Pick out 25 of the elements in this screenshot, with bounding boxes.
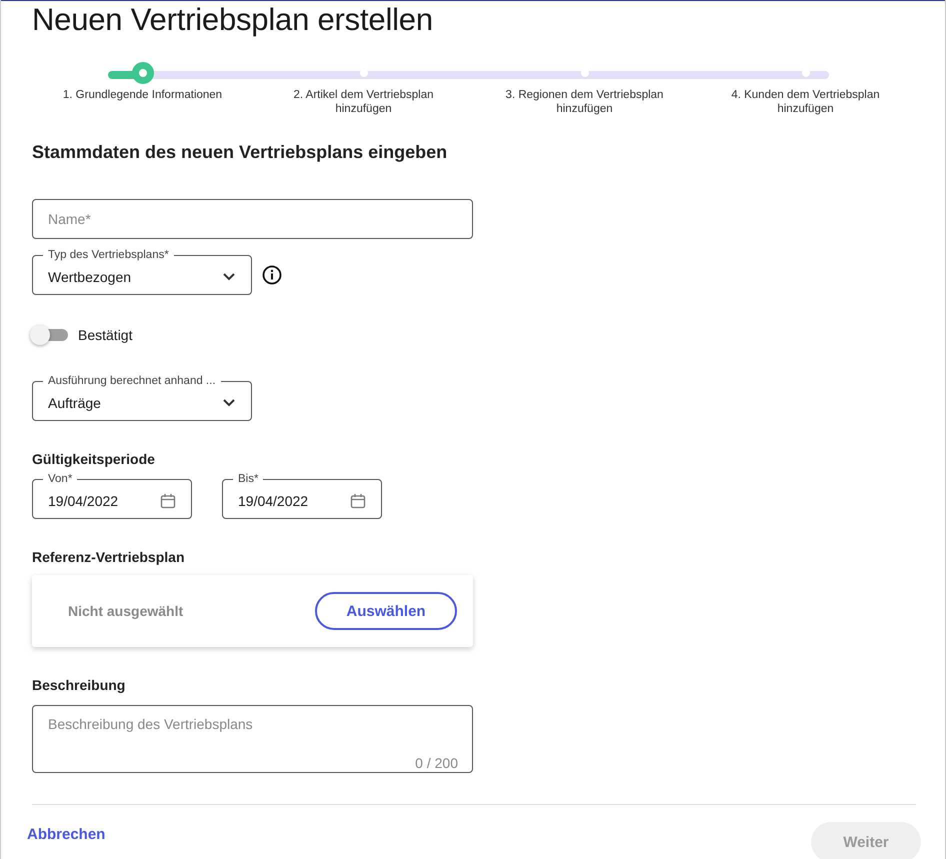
chevron-down-icon [222, 272, 236, 281]
name-field[interactable]: Name* [32, 199, 473, 239]
page-title: Neuen Vertriebsplan erstellen [31, 1, 434, 39]
section-heading: Gültigkeitsperiode [32, 451, 156, 467]
step-marker[interactable] [132, 62, 154, 84]
calendar-icon[interactable] [160, 492, 176, 508]
toggle-label: Bestätigt [78, 327, 132, 343]
step-label: 3. Regionen dem Vertriebsplan hinzufügen [504, 88, 664, 116]
step-label: 1. Grundlegende Informationen [62, 88, 222, 102]
date-field[interactable]: Von* 19/04/2022 [32, 473, 192, 519]
date-field[interactable]: Bis* 19/04/2022 [222, 473, 382, 519]
chevron-down-icon [222, 398, 236, 407]
cancel-link[interactable]: Abbrechen [27, 822, 106, 843]
select-button[interactable]: Auswählen [315, 592, 457, 630]
section-heading: Beschreibung [32, 677, 126, 693]
info-icon[interactable] [262, 265, 282, 285]
calendar-icon[interactable] [350, 492, 366, 508]
selection-status: Nicht ausgewählt [68, 603, 184, 619]
type-select[interactable]: Typ des Vertriebsplans* Wertbezogen [32, 249, 252, 295]
execution-select[interactable]: Ausführung berechnet anhand ... Aufträge [32, 375, 252, 421]
section-heading: Referenz-Vertriebsplan [32, 549, 186, 565]
section-title: Stammdaten des neuen Vertriebsplans eingeben [32, 142, 448, 163]
character-counter: 0 / 200 [415, 755, 458, 771]
step-label: 4. Kunden dem Vertriebsplan hinzufügen [730, 88, 881, 116]
step-label: 2. Artikel dem Vertriebsplan hinzufügen [292, 88, 434, 116]
